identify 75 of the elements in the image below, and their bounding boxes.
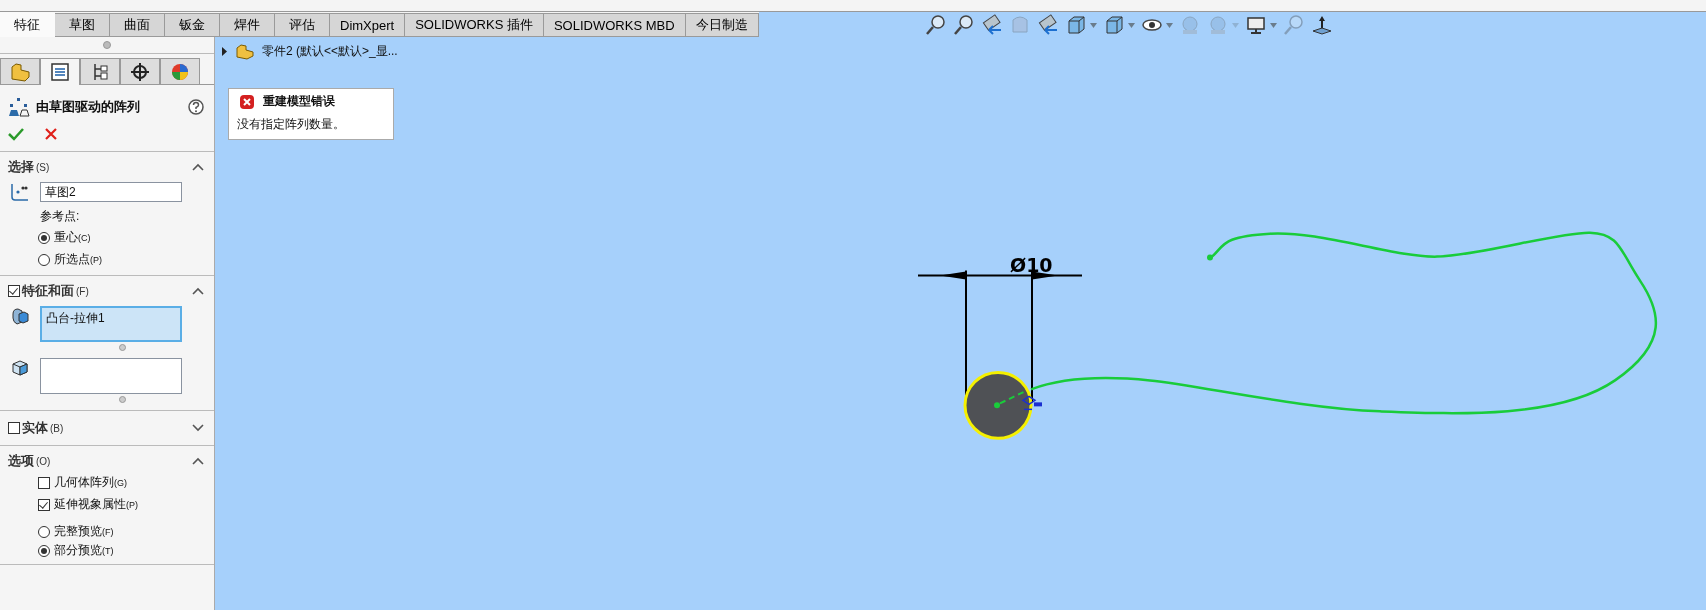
configuration-tab[interactable] — [80, 58, 120, 84]
ok-icon[interactable] — [8, 127, 24, 141]
section-checkbox[interactable] — [8, 422, 20, 434]
error-message: 没有指定阵列数量。 — [237, 116, 346, 133]
property-manager-tab[interactable] — [40, 58, 80, 85]
expand-icon[interactable] — [192, 424, 204, 432]
command-tab[interactable]: 草图 — [55, 13, 110, 37]
collapse-icon[interactable] — [192, 287, 204, 295]
resize-handle[interactable] — [118, 396, 126, 403]
crosshair-icon — [129, 60, 151, 83]
command-tab[interactable]: 今日制造 — [685, 13, 759, 37]
section-shortcut: (S) — [36, 161, 51, 173]
sketch-icon — [10, 182, 30, 202]
pattern-icon — [8, 97, 30, 117]
command-tab[interactable]: 评估 — [275, 13, 330, 37]
center-point-drawing[interactable] — [994, 390, 1026, 409]
error-title: 重建模型错误 — [263, 93, 335, 110]
command-tab[interactable]: SOLIDWORKS 插件 — [405, 13, 544, 37]
zoom-area-icon[interactable] — [952, 13, 975, 36]
part-name[interactable]: 零件2 (默认<<默认>_显... — [262, 43, 398, 60]
previous-view-icon[interactable] — [980, 13, 1003, 36]
resize-handle[interactable] — [118, 344, 126, 351]
section-shortcut: (F) — [76, 285, 90, 297]
part-icon — [236, 43, 254, 60]
feature-icon — [10, 306, 30, 326]
checkbox[interactable] — [38, 498, 50, 511]
command-tab[interactable]: 曲面 — [110, 13, 165, 37]
command-tab[interactable]: 焊件 — [220, 13, 275, 37]
section-shortcut: (B) — [50, 422, 65, 434]
features-list[interactable]: 凸台-拉伸1 — [40, 306, 182, 342]
diameter-dimension[interactable]: Ø10 — [1010, 253, 1053, 276]
cube-icon — [10, 358, 30, 378]
command-tab[interactable]: DimXpert — [330, 13, 406, 37]
option-label: 延伸视象属性(P) — [54, 496, 138, 513]
help-icon[interactable] — [188, 99, 204, 115]
zoom-fit-icon[interactable] — [924, 13, 947, 36]
section-title: 选择 — [8, 158, 34, 176]
section-title: 特征和面 — [22, 282, 74, 300]
dimension-line[interactable] — [917, 271, 1083, 280]
collapse-icon[interactable] — [192, 457, 204, 465]
expand-icon[interactable] — [221, 47, 228, 56]
display-tab[interactable] — [160, 58, 200, 84]
checkbox[interactable] — [38, 476, 50, 489]
dimxpert-tab[interactable] — [120, 58, 160, 84]
option-label: 部分预览(T) — [54, 542, 114, 559]
circle-profile[interactable] — [963, 370, 1033, 440]
radio-button[interactable] — [38, 231, 50, 244]
panel-title: 由草图驱动的阵列 — [36, 98, 141, 116]
list-icon — [49, 61, 71, 83]
option-label: 重心(C) — [54, 229, 91, 246]
reference-point-label: 参考点: — [40, 209, 80, 223]
section-title: 选项 — [8, 452, 34, 470]
command-tab[interactable]: 钣金 — [165, 13, 220, 37]
faces-list[interactable] — [40, 358, 182, 394]
dynamic-annotation-icon[interactable] — [1036, 13, 1059, 36]
error-icon — [239, 93, 255, 110]
collapse-icon[interactable] — [192, 163, 204, 171]
option-label: 完整预览(F) — [54, 523, 114, 540]
list-item[interactable]: 凸台-拉伸1 — [46, 310, 105, 327]
radio-button[interactable] — [38, 253, 50, 266]
command-tab[interactable]: 特征 — [0, 12, 55, 37]
radio-button[interactable] — [38, 525, 50, 538]
option-label: 所选点(P) — [54, 251, 102, 268]
cancel-icon[interactable] — [44, 127, 58, 141]
option-label: 几何体阵列(G) — [54, 474, 127, 491]
relation-icon — [1021, 395, 1042, 411]
radio-button[interactable] — [38, 544, 50, 557]
splitter-handle[interactable] — [103, 41, 111, 49]
section-checkbox[interactable] — [8, 285, 20, 297]
section-shortcut: (O) — [36, 455, 52, 467]
section-title: 实体 — [22, 419, 48, 437]
sketch-field[interactable]: 草图2 — [40, 182, 182, 202]
feature-tree-tab[interactable] — [0, 58, 40, 84]
command-tab[interactable]: SOLIDWORKS MBD — [543, 13, 686, 37]
part-icon — [9, 60, 31, 83]
